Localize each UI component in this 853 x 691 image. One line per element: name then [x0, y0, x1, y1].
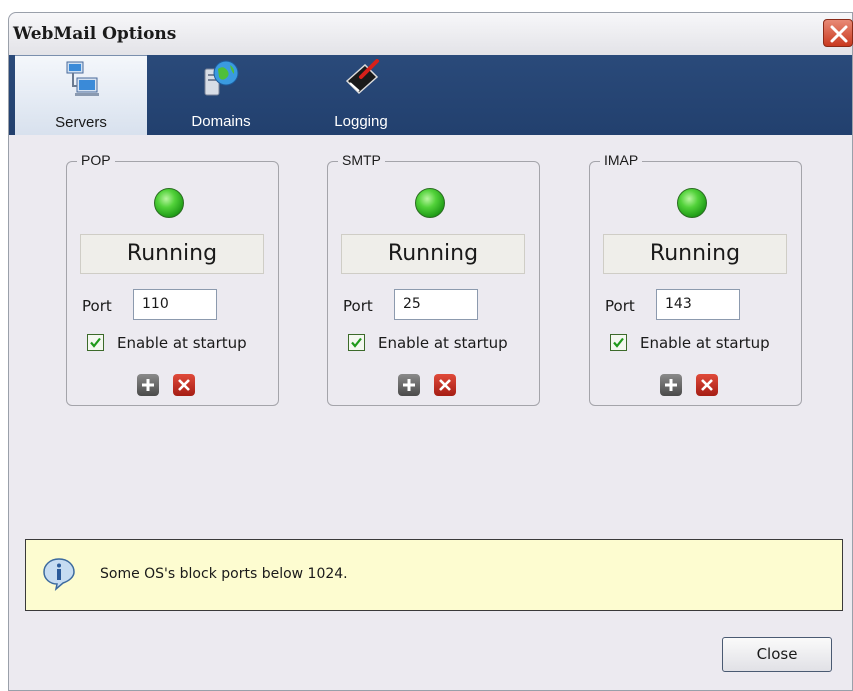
close-button[interactable]: Close — [722, 637, 832, 672]
port-label: Port — [343, 297, 373, 315]
tab-domains[interactable]: Domains — [155, 55, 287, 135]
enable-startup-checkbox[interactable] — [348, 334, 365, 351]
tab-logging[interactable]: Logging — [295, 55, 427, 135]
window-title: WebMail Options — [13, 24, 177, 44]
window-close-button[interactable] — [823, 19, 853, 47]
tab-domains-label: Domains — [191, 113, 251, 130]
plus-icon — [403, 379, 415, 391]
enable-startup-label: Enable at startup — [378, 334, 508, 352]
plus-icon — [665, 379, 677, 391]
group-title: IMAP — [600, 152, 643, 168]
info-icon — [43, 558, 75, 591]
options-toolbar: Servers Domains Logging — [9, 55, 852, 135]
enable-startup-checkbox[interactable] — [87, 334, 104, 351]
servers-icon — [66, 61, 99, 96]
group-title: SMTP — [338, 152, 385, 168]
status-led-icon — [677, 188, 707, 218]
imap-server-group: IMAP Running Port 143 Enable at startup — [589, 152, 802, 406]
pop-server-group: POP Running Port 110 Enable at startup — [66, 152, 279, 406]
remove-x-icon — [439, 379, 451, 391]
port-input[interactable]: 110 — [133, 289, 217, 320]
status-display: Running — [603, 234, 787, 274]
remove-x-icon — [701, 379, 713, 391]
status-led-icon — [415, 188, 445, 218]
tab-logging-label: Logging — [334, 113, 388, 130]
port-label: Port — [605, 297, 635, 315]
status-display: Running — [80, 234, 264, 274]
add-button[interactable] — [137, 374, 159, 396]
remove-button[interactable] — [696, 374, 718, 396]
smtp-server-group: SMTP Running Port 25 Enable at startup — [327, 152, 540, 406]
close-icon — [830, 25, 848, 43]
domains-globe-icon — [204, 60, 239, 96]
remove-x-icon — [178, 379, 190, 391]
enable-startup-label: Enable at startup — [117, 334, 247, 352]
enable-startup-label: Enable at startup — [640, 334, 770, 352]
port-input[interactable]: 25 — [394, 289, 478, 320]
status-led-icon — [154, 188, 184, 218]
checkmark-icon — [351, 337, 362, 348]
plus-icon — [142, 379, 154, 391]
status-display: Running — [341, 234, 525, 274]
info-message-box: Some OS's block ports below 1024. — [25, 539, 843, 611]
enable-startup-checkbox[interactable] — [610, 334, 627, 351]
add-button[interactable] — [660, 374, 682, 396]
tab-servers-label: Servers — [55, 114, 107, 131]
title-bar: WebMail Options — [9, 13, 853, 55]
port-label: Port — [82, 297, 112, 315]
remove-button[interactable] — [434, 374, 456, 396]
logging-book-icon — [345, 59, 379, 95]
group-title: POP — [77, 152, 115, 168]
remove-button[interactable] — [173, 374, 195, 396]
checkmark-icon — [613, 337, 624, 348]
info-message-text: Some OS's block ports below 1024. — [100, 566, 348, 582]
tab-servers[interactable]: Servers — [15, 55, 147, 135]
port-input[interactable]: 143 — [656, 289, 740, 320]
checkmark-icon — [90, 337, 101, 348]
add-button[interactable] — [398, 374, 420, 396]
